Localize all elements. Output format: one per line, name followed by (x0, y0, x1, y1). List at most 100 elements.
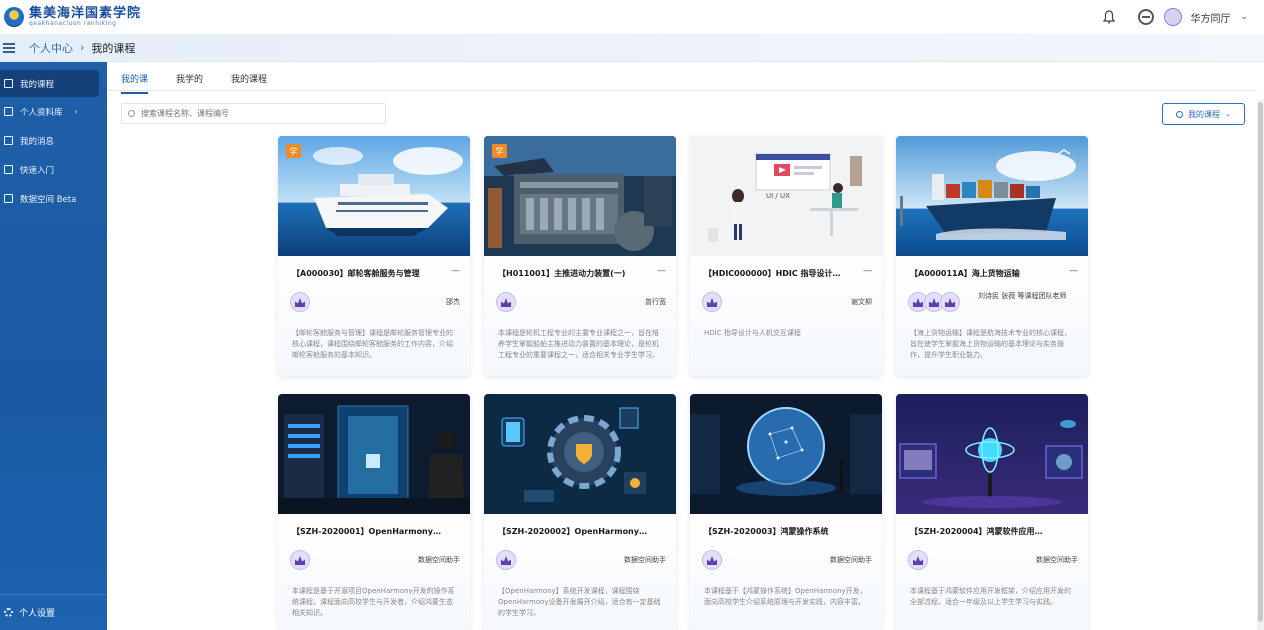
user-name[interactable]: 华方同厅 (1190, 10, 1230, 25)
search-input[interactable] (141, 109, 361, 118)
course-teacher: 刘诗民 张薇 等课程团队老师 (978, 292, 1067, 300)
teacher-avatar (908, 550, 928, 570)
course-description: 【邮轮客舱服务与管理】课程是邮轮服务管理专业的核心课程，课程围绕邮轮客舱服务的工… (292, 329, 453, 360)
course-title[interactable]: 【HDIC000000】HDIC 指导设计… (704, 268, 854, 279)
search-icon (128, 110, 135, 117)
course-teacher: 邵杰 (446, 298, 460, 306)
tab-bar: 我的课 我学的 我的课程 (107, 62, 1257, 94)
tab-my-courses[interactable]: 我的课程 (231, 72, 267, 85)
courses-icon (4, 79, 13, 88)
chevron-right-icon: › (74, 107, 78, 116)
gear-icon (4, 608, 13, 617)
course-description: 本课程基于【鸿蒙操作系统】OpenHarmony开发，面向高校学生介绍系统原理与… (704, 587, 867, 607)
language-globe-icon[interactable] (1138, 9, 1155, 25)
course-title[interactable]: 【H011001】主推进动力装置(一) (498, 268, 648, 279)
course-description: 本课程是轮机工程专业的主要专业课程之一，旨在培养学生掌握船舶主推进动力装置的基本… (498, 329, 659, 360)
course-description: 【OpenHarmony】系统开发课程，课程围绕OpenHarmony设备开发展… (498, 587, 661, 618)
user-avatar[interactable] (1164, 8, 1183, 26)
folder-icon (4, 107, 13, 116)
more-options-icon[interactable]: — (657, 266, 666, 276)
logo-subtitle: qeakhanacluon ranhiking (29, 20, 117, 27)
search-box[interactable] (121, 103, 386, 124)
course-card[interactable]: 学 【A000030】邮轮客舱服务与管理 — 邵杰 【邮轮客舱服务与管理】课程是… (278, 136, 470, 376)
logo-badge-icon (4, 7, 24, 27)
tab-my-learning[interactable]: 我学的 (176, 72, 203, 85)
sidebar-item-label: 个人资料库 (20, 107, 63, 118)
course-title[interactable]: 【A000030】邮轮客舱服务与管理 (292, 268, 442, 279)
logo-title: 集美海洋国素学院 (29, 6, 142, 21)
course-teacher: 谢文柳 (851, 298, 872, 306)
teacher-avatar (290, 550, 310, 570)
course-title[interactable]: 【SZH-2020001】OpenHarmony… (292, 526, 442, 537)
course-teacher: 数据空间助手 (1036, 556, 1078, 564)
tab-my-teaching[interactable]: 我的课 (121, 72, 149, 94)
course-thumbnail-engine: 学 (484, 136, 676, 256)
breadcrumb-current: 我的课程 (91, 41, 136, 55)
teacher-avatar (702, 550, 722, 570)
course-thumbnail-security-gear (484, 394, 676, 514)
course-teacher: 数据空间助手 (418, 556, 460, 564)
sidebar-item-data-space[interactable]: 数据空间 Beta (0, 184, 107, 213)
sidebar-settings[interactable]: 个人设置 (0, 594, 107, 630)
course-thumbnail-hologram (896, 394, 1088, 514)
sidebar-item-label: 我的消息 (20, 136, 55, 147)
more-options-icon[interactable]: — (863, 266, 872, 276)
sidebar: 我的课程 个人资料库 › 我的消息 快速入门 数据空间 Beta 个人设置 (0, 62, 107, 630)
course-thumbnail-server-room (278, 394, 470, 514)
course-title[interactable]: 【SZH-2020002】OpenHarmony… (498, 526, 648, 537)
course-thumbnail-globe (690, 394, 882, 514)
course-card[interactable]: 学 【H011001】主推进动力装置(一) — 曾行宽 本课程是轮机工程专业的主… (484, 136, 676, 376)
course-thumbnail-cruise-ship: 学 (278, 136, 470, 256)
course-description: 【海上货物运输】课程是航海技术专业的核心课程，旨在使学生掌握海上货物运输的基本理… (910, 329, 1071, 360)
filter-icon (1176, 110, 1184, 118)
chevron-down-icon[interactable]: ⌄ (1240, 12, 1248, 22)
chevron-down-icon: ⌄ (1225, 110, 1231, 118)
course-card[interactable]: 【SZH-2020001】OpenHarmony… 数据空间助手 本课程是基于开… (278, 394, 470, 630)
sidebar-item-label: 快速入门 (20, 165, 55, 176)
course-card[interactable]: 【SZH-2020004】鸿蒙软件应用… 数据空间助手 本课程基于鸿蒙软件应用开… (896, 394, 1088, 630)
course-card[interactable]: 【SZH-2020003】鸿蒙操作系统 数据空间助手 本课程基于【鸿蒙操作系统】… (690, 394, 882, 630)
course-card[interactable]: 【SZH-2020002】OpenHarmony… 数据空间助手 【OpenHa… (484, 394, 676, 630)
message-icon (4, 136, 13, 145)
course-title[interactable]: 【SZH-2020004】鸿蒙软件应用… (910, 526, 1060, 537)
teacher-avatar (496, 550, 516, 570)
course-card[interactable]: 【A000011A】海上货物运输 — 刘诗民 张薇 等课程团队老师 【海上货物运… (896, 136, 1088, 376)
sidebar-item-resources[interactable]: 个人资料库 › (0, 97, 107, 126)
course-title[interactable]: 【SZH-2020003】鸿蒙操作系统 (704, 526, 854, 537)
teacher-avatar (290, 292, 310, 312)
sidebar-item-label: 数据空间 Beta (20, 194, 77, 205)
sidebar-item-my-courses[interactable]: 我的课程 (0, 70, 99, 97)
filter-button-label: 我的课程 (1188, 109, 1221, 119)
filter-button[interactable]: 我的课程 ⌄ (1162, 103, 1245, 125)
course-tag-badge: 学 (286, 144, 301, 158)
breadcrumb-separator: › (80, 41, 85, 54)
logo[interactable]: 集美海洋国素学院 qeakhanacluon ranhiking (4, 7, 141, 27)
scrollbar[interactable] (1257, 100, 1264, 630)
teacher-avatar (496, 292, 516, 312)
sidebar-item-messages[interactable]: 我的消息 (0, 126, 107, 155)
svg-text:UI / UX: UI / UX (766, 192, 790, 200)
breadcrumb-parent[interactable]: 个人中心 (29, 40, 73, 56)
course-teacher: 数据空间助手 (830, 556, 872, 564)
breadcrumb: 个人中心 › 我的课程 (0, 34, 1264, 62)
teacher-avatar (702, 292, 722, 312)
course-thumbnail-cargo-ship (896, 136, 1088, 256)
scrollbar-thumb[interactable] (1258, 102, 1263, 622)
top-bar: 集美海洋国素学院 qeakhanacluon ranhiking 华方同厅 ⌄ (0, 0, 1264, 34)
course-title[interactable]: 【A000011A】海上货物运输 (910, 268, 1060, 279)
teacher-avatar (940, 292, 960, 312)
bell-icon[interactable] (1102, 10, 1116, 24)
course-description: 本课程基于鸿蒙软件应用开发框架，介绍应用开发的全部流程，适合一年级及以上学生学习… (910, 587, 1071, 607)
sidebar-settings-label: 个人设置 (19, 609, 56, 619)
menu-toggle-icon[interactable] (3, 42, 15, 53)
course-description: 本课程是基于开源项目OpenHarmony开发的操作系统课程，课程面向高校学生与… (292, 587, 455, 618)
course-description: HDIC 指导设计与人机交互课程 (704, 329, 801, 337)
course-thumbnail-design: UI / UX (690, 136, 882, 256)
more-options-icon[interactable]: — (451, 266, 460, 276)
sidebar-item-quickstart[interactable]: 快速入门 (0, 155, 107, 184)
sidebar-item-label: 我的课程 (20, 79, 55, 90)
book-icon (4, 165, 13, 174)
course-card[interactable]: UI / UX 【HDIC000000】HDIC 指导设计… — 谢文柳 HDI… (690, 136, 882, 376)
more-options-icon[interactable]: — (1069, 266, 1078, 276)
database-icon (4, 194, 13, 203)
